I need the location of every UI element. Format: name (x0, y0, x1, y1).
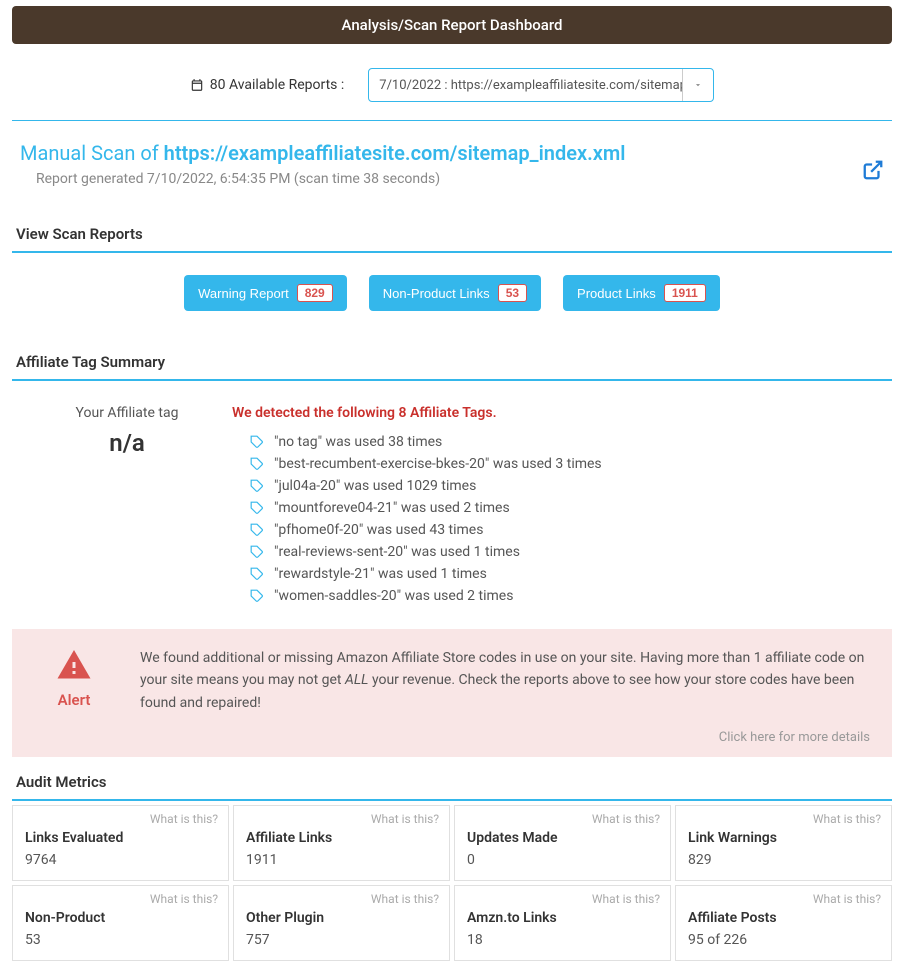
chevron-down-icon (683, 69, 713, 101)
metric-link-warnings: What is this? Link Warnings 829 (675, 805, 892, 881)
list-item: "jul04a-20" was used 1029 times (250, 475, 882, 497)
warning-report-button[interactable]: Warning Report 829 (184, 275, 347, 311)
metric-hint[interactable]: What is this? (813, 812, 881, 826)
section-tag-summary: Affiliate Tag Summary (12, 345, 892, 381)
scan-subtitle: Report generated 7/10/2022, 6:54:35 PM (… (20, 165, 625, 205)
list-item: "rewardstyle-21" was used 1 times (250, 563, 882, 585)
alert-text: We found additional or missing Amazon Af… (140, 647, 870, 749)
list-item: "best-recumbent-exercise-bkes-20" was us… (250, 453, 882, 475)
tag-icon (250, 589, 264, 603)
list-item: "pfhome0f-20" was used 43 times (250, 519, 882, 541)
available-reports-label: 80 Available Reports : (190, 77, 345, 93)
tag-icon (250, 567, 264, 581)
tag-icon (250, 501, 264, 515)
metrics-grid: What is this? Links Evaluated 9764 What … (12, 805, 892, 961)
metric-non-product: What is this? Non-Product 53 (12, 885, 229, 961)
metric-updates-made: What is this? Updates Made 0 (454, 805, 671, 881)
tag-summary-body: Your Affiliate tag n/a We detected the f… (12, 381, 892, 629)
metric-hint[interactable]: What is this? (592, 812, 660, 826)
product-links-button[interactable]: Product Links 1911 (563, 275, 720, 311)
your-tag-label: Your Affiliate tag (22, 405, 232, 421)
non-product-links-button[interactable]: Non-Product Links 53 (369, 275, 541, 311)
section-view-reports: View Scan Reports (12, 217, 892, 253)
metric-hint[interactable]: What is this? (371, 892, 439, 906)
list-item: "women-saddles-20" was used 2 times (250, 585, 882, 607)
metric-affiliate-links: What is this? Affiliate Links 1911 (233, 805, 450, 881)
detected-tags-list: "no tag" was used 38 times "best-recumbe… (232, 431, 882, 607)
list-item: "mountforeve04-21" was used 2 times (250, 497, 882, 519)
tag-icon (250, 457, 264, 471)
metric-hint[interactable]: What is this? (371, 812, 439, 826)
alert-icon (54, 647, 94, 683)
metric-affiliate-posts: What is this? Affiliate Posts 95 of 226 (675, 885, 892, 961)
tag-icon (250, 545, 264, 559)
page-header: Analysis/Scan Report Dashboard (12, 6, 892, 44)
scan-title: Manual Scan of https://exampleaffiliates… (20, 141, 625, 165)
tag-icon (250, 479, 264, 493)
share-icon[interactable] (862, 159, 884, 185)
metric-other-plugin: What is this? Other Plugin 757 (233, 885, 450, 961)
list-item: "no tag" was used 38 times (250, 431, 882, 453)
warning-report-badge: 829 (297, 284, 333, 302)
alert-box: Alert We found additional or missing Ama… (12, 629, 892, 757)
calendar-icon (190, 78, 204, 92)
report-select[interactable]: 7/10/2022 : https://exampleaffiliatesite… (368, 68, 714, 102)
tag-icon (250, 435, 264, 449)
metric-hint[interactable]: What is this? (150, 892, 218, 906)
report-select-value: 7/10/2022 : https://exampleaffiliatesite… (369, 69, 683, 101)
alert-details-link[interactable]: Click here for more details (140, 728, 870, 749)
list-item: "real-reviews-sent-20" was used 1 times (250, 541, 882, 563)
tag-icon (250, 523, 264, 537)
metric-hint[interactable]: What is this? (813, 892, 881, 906)
your-tag-value: n/a (22, 429, 232, 457)
scan-url: https://exampleaffiliatesite.com/sitemap… (164, 141, 626, 165)
metric-hint[interactable]: What is this? (150, 812, 218, 826)
page-title: Analysis/Scan Report Dashboard (342, 16, 563, 34)
metric-amzn-to-links: What is this? Amzn.to Links 18 (454, 885, 671, 961)
product-links-badge: 1911 (664, 284, 706, 302)
section-audit-metrics: Audit Metrics (12, 765, 892, 801)
detected-tags-heading: We detected the following 8 Affiliate Ta… (232, 405, 882, 421)
alert-label: Alert (34, 691, 114, 709)
non-product-links-badge: 53 (498, 284, 527, 302)
reports-selector-row: 80 Available Reports : 7/10/2022 : https… (12, 44, 892, 121)
metric-links-evaluated: What is this? Links Evaluated 9764 (12, 805, 229, 881)
report-buttons-row: Warning Report 829 Non-Product Links 53 … (12, 253, 892, 337)
metric-hint[interactable]: What is this? (592, 892, 660, 906)
